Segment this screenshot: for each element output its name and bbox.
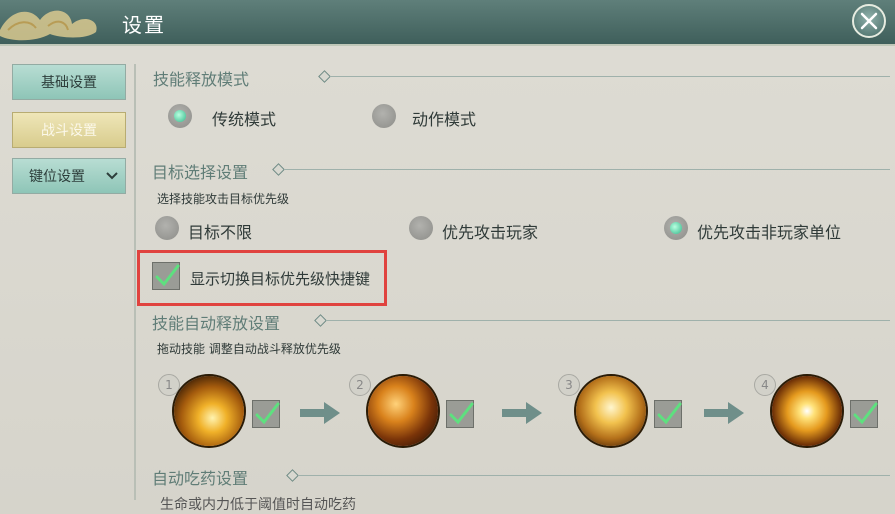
section-divider	[298, 475, 890, 476]
checkbox-skill-1[interactable]	[252, 400, 280, 428]
slot-number: 4	[754, 374, 776, 396]
window-title: 设置	[122, 13, 166, 37]
auto-potion-hint: 生命或内力低于阈值时自动吃药	[160, 497, 356, 513]
label-target-players: 优先攻击玩家	[442, 223, 539, 242]
diamond-ornament-icon	[286, 469, 299, 482]
arrow-right-icon	[502, 402, 542, 424]
tab-combat-settings[interactable]: 战斗设置	[12, 112, 126, 148]
slot-number: 3	[558, 374, 580, 396]
settings-window: 设置 基础设置 战斗设置 键位设置 技能释放模式 传统模式 动作模式 目标选择设…	[0, 0, 895, 514]
radio-traditional-mode[interactable]	[168, 104, 192, 128]
section-title-target-select: 目标选择设置	[152, 163, 249, 182]
skill-icon-2[interactable]	[368, 376, 438, 446]
close-icon	[860, 12, 878, 30]
label-action-mode: 动作模式	[412, 110, 477, 129]
skill-icon-4[interactable]	[772, 376, 842, 446]
section-divider	[284, 169, 890, 170]
skill-icon-1[interactable]	[174, 376, 244, 446]
checkmark-icon	[853, 402, 878, 425]
label-target-non-players: 优先攻击非玩家单位	[697, 223, 842, 242]
target-select-hint: 选择技能攻击目标优先级	[157, 192, 290, 206]
radio-action-mode[interactable]	[372, 104, 396, 128]
sidebar-divider	[134, 64, 136, 500]
diamond-ornament-icon	[314, 314, 327, 327]
cloud-ornament-icon	[0, 10, 97, 41]
arrow-right-icon	[300, 402, 340, 424]
section-divider	[326, 320, 890, 321]
title-bar: 设置	[0, 0, 895, 46]
tab-basic-settings[interactable]: 基础设置	[12, 64, 126, 100]
checkbox-skill-2[interactable]	[446, 400, 474, 428]
slot-number: 2	[349, 374, 371, 396]
radio-target-non-players[interactable]	[664, 216, 688, 240]
chevron-down-icon	[106, 172, 118, 180]
section-title-auto-skill: 技能自动释放设置	[152, 314, 281, 333]
auto-skill-hint: 拖动技能 调整自动战斗释放优先级	[157, 342, 341, 356]
checkmark-icon	[255, 402, 280, 425]
label-traditional-mode: 传统模式	[212, 110, 277, 129]
arrow-right-icon	[704, 402, 744, 424]
checkbox-skill-3[interactable]	[654, 400, 682, 428]
section-divider	[330, 76, 890, 77]
radio-target-players[interactable]	[409, 216, 433, 240]
checkbox-shortcut-toggle[interactable]	[152, 262, 180, 290]
skill-icon-3[interactable]	[576, 376, 646, 446]
label-target-any: 目标不限	[188, 223, 253, 242]
checkbox-skill-4[interactable]	[850, 400, 878, 428]
checkmark-icon	[449, 402, 474, 425]
section-title-skill-release: 技能释放模式	[153, 70, 250, 89]
section-title-auto-potion: 自动吃药设置	[152, 469, 249, 488]
tab-keybind-label: 键位设置	[29, 169, 85, 185]
diamond-ornament-icon	[318, 70, 331, 83]
close-button[interactable]	[852, 4, 886, 38]
checkmark-icon	[657, 402, 682, 425]
slot-number: 1	[158, 374, 180, 396]
tab-keybind-settings[interactable]: 键位设置	[12, 158, 126, 194]
diamond-ornament-icon	[272, 163, 285, 176]
radio-target-any[interactable]	[155, 216, 179, 240]
label-shortcut-toggle: 显示切换目标优先级快捷键	[190, 270, 371, 288]
checkmark-icon	[155, 264, 180, 287]
